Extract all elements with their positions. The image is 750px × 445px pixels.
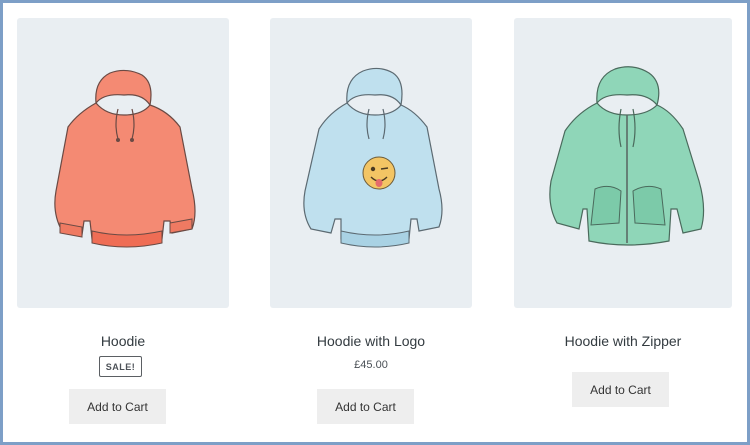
product-price: £45.00 bbox=[354, 359, 388, 371]
product-image[interactable] bbox=[514, 18, 732, 308]
hoodie-with-zipper-icon bbox=[549, 66, 705, 246]
product-image[interactable] bbox=[17, 18, 229, 308]
add-to-cart-button[interactable]: Add to Cart bbox=[317, 389, 414, 424]
add-to-cart-button[interactable]: Add to Cart bbox=[572, 372, 669, 407]
add-to-cart-button[interactable]: Add to Cart bbox=[69, 389, 166, 424]
product-name[interactable]: Hoodie with Zipper bbox=[514, 333, 732, 349]
product-grid: Hoodie SALE! Add to Cart Hoodie with Log… bbox=[0, 0, 750, 445]
hoodie-icon bbox=[54, 69, 196, 248]
product-image[interactable] bbox=[270, 18, 472, 308]
hoodie-with-logo-icon bbox=[303, 67, 443, 248]
product-name[interactable]: Hoodie bbox=[17, 333, 229, 349]
product-name[interactable]: Hoodie with Logo bbox=[270, 333, 472, 349]
sale-badge: SALE! bbox=[99, 356, 142, 377]
